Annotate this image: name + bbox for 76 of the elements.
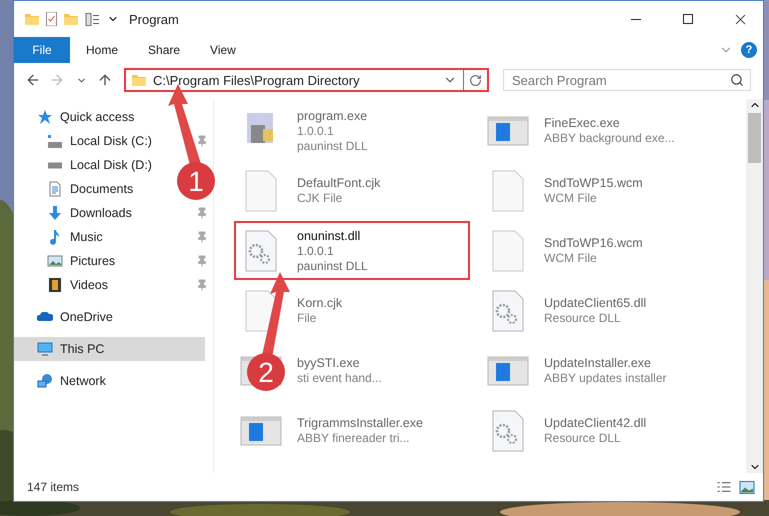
scrollbar[interactable]	[746, 99, 763, 473]
file-detail: pauninst DLL	[297, 258, 368, 272]
search-icon[interactable]	[730, 73, 744, 87]
folder-icon	[63, 12, 79, 26]
file-detail: ABBY background exe...	[544, 131, 675, 145]
file-name[interactable]: program.exe	[297, 108, 368, 122]
file-tab[interactable]: File	[14, 37, 70, 63]
item-count: 147 items	[27, 480, 80, 494]
sidebar-item[interactable]: Local Disk (D:)	[14, 153, 158, 177]
sidebar-item[interactable]: This PC	[14, 337, 205, 361]
help-button[interactable]: ?	[741, 42, 757, 58]
folder-icon	[24, 12, 40, 26]
minimize-icon	[631, 18, 641, 20]
maximize-icon	[683, 14, 693, 24]
properties-icon	[85, 12, 101, 26]
details-view-icon	[717, 482, 731, 492]
sidebar-item[interactable]: Local Disk (C:)	[14, 129, 158, 153]
file-detail: WCM File	[544, 251, 597, 265]
picture-icon	[47, 255, 63, 267]
file-detail: Resource DLL	[544, 431, 621, 445]
monitor-icon	[37, 341, 53, 357]
folder-icon	[131, 74, 147, 86]
file-name[interactable]: UpdateClient65.dll	[544, 296, 646, 310]
sidebar-item[interactable]: Videos	[14, 273, 114, 297]
file-name[interactable]: byySTI.exe	[297, 356, 360, 370]
star-icon	[37, 109, 53, 125]
pin-icon[interactable]	[196, 231, 208, 243]
sidebar-item[interactable]: Documents	[14, 177, 140, 201]
file-detail: WCM File	[544, 191, 597, 205]
drive-icon	[47, 134, 63, 148]
large-icons-view-icon	[739, 480, 755, 494]
sidebar-item[interactable]: OneDrive	[14, 305, 119, 329]
sidebar-item[interactable]: Pictures	[14, 249, 122, 273]
file-detail: 1.0.0.1	[297, 244, 334, 258]
file-detail: pauninst DLL	[297, 138, 368, 152]
file-name[interactable]: UpdateClient42.dll	[544, 416, 646, 430]
file-name[interactable]: SndToWP15.wcm	[544, 176, 643, 190]
file-name[interactable]: Korn.cjk	[297, 296, 342, 310]
file-detail: ABBY finereader tri...	[297, 431, 410, 445]
step-number: 1	[188, 166, 204, 197]
ribbon-tab[interactable]: Home	[72, 37, 132, 63]
pin-icon[interactable]	[196, 207, 208, 219]
file-name[interactable]: FineExec.exe	[544, 116, 620, 130]
cloud-icon	[37, 312, 53, 322]
file-name[interactable]: UpdateInstaller.exe	[544, 356, 652, 370]
file-name[interactable]: DefaultFont.cjk	[297, 176, 380, 190]
checklist-icon	[46, 12, 57, 26]
document-icon	[47, 181, 63, 197]
file-detail: 1.0.0.1	[297, 124, 334, 138]
address-field[interactable]: C:\Program Files\Program Directory	[124, 68, 489, 92]
sidebar-item[interactable]: Downloads	[14, 201, 138, 225]
file-detail: File	[297, 311, 316, 325]
file-detail: sti event hand...	[297, 371, 382, 385]
pin-icon[interactable]	[196, 279, 208, 291]
search-field[interactable]: Search Program	[503, 69, 751, 91]
window-title: Program	[129, 12, 180, 26]
file-name[interactable]: TrigrammsInstaller.exe	[297, 416, 423, 430]
file-detail: Resource DLL	[544, 311, 621, 325]
scrollbar-thumb[interactable]	[748, 113, 761, 163]
file-name[interactable]: SndToWP16.wcm	[544, 236, 643, 250]
refresh-icon	[469, 74, 482, 86]
file-name[interactable]: onuninst.dll	[297, 228, 360, 242]
ribbon-tab[interactable]: Share	[134, 37, 194, 63]
sidebar-item[interactable]: Quick access	[14, 105, 140, 129]
pin-icon[interactable]	[196, 255, 208, 267]
film-icon	[47, 277, 63, 293]
pin-icon[interactable]	[196, 135, 208, 147]
ribbon-tab[interactable]: View	[196, 37, 250, 63]
sidebar-item[interactable]: Music	[14, 225, 109, 249]
file-detail: CJK File	[297, 191, 342, 205]
network-icon	[37, 373, 53, 389]
sidebar-item[interactable]: Network	[14, 369, 112, 393]
file-detail: ABBY updates installer	[544, 371, 667, 385]
step-number: 2	[258, 357, 274, 388]
drive-icon	[47, 162, 63, 168]
download-icon	[47, 205, 63, 221]
